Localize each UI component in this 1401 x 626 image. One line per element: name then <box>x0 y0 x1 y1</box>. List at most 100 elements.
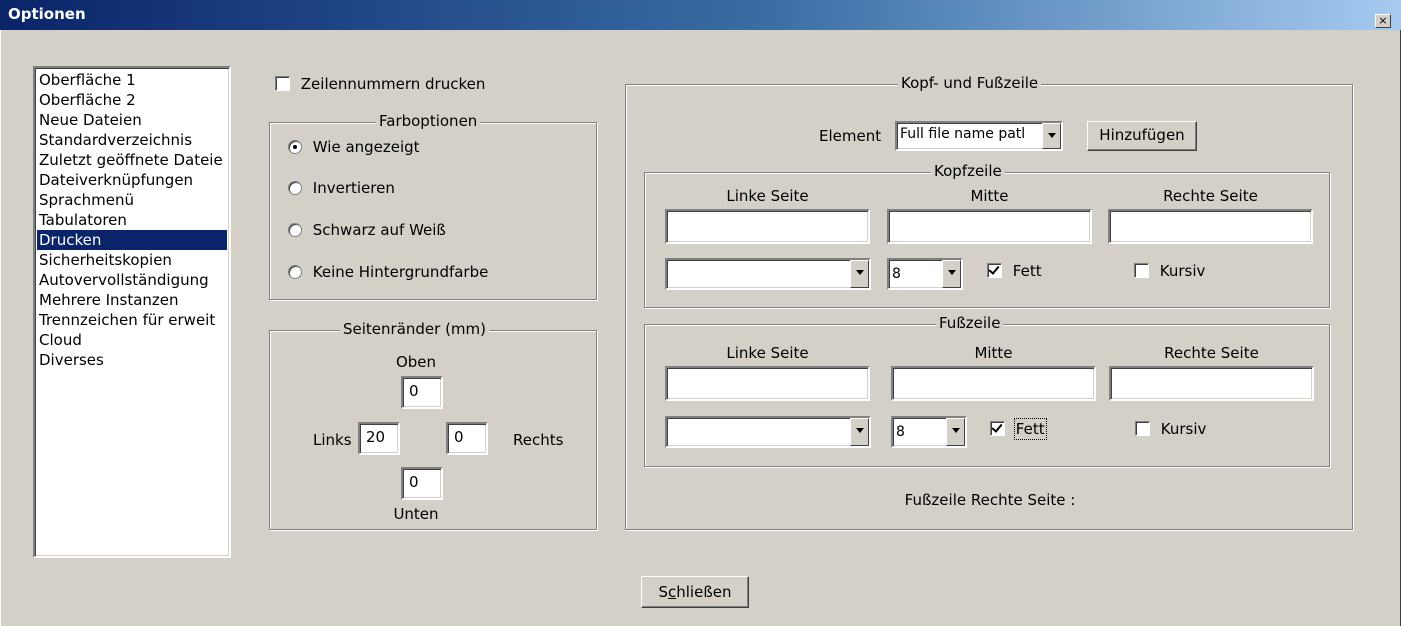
line-numbers-label: Zeilennummern drucken <box>300 74 486 93</box>
chevron-down-icon[interactable] <box>946 418 965 446</box>
category-item[interactable]: Neue Dateien <box>37 110 227 130</box>
color-option-black-on-white[interactable]: Schwarz auf Weiß <box>288 220 446 239</box>
footer-font-combobox[interactable] <box>665 416 871 448</box>
margin-left-label: Links <box>313 431 352 449</box>
footer-right-label: Rechte Seite <box>1164 344 1259 362</box>
category-item[interactable]: Tabulatoren <box>37 210 227 230</box>
window-title: Optionen <box>8 5 86 23</box>
header-right-label: Rechte Seite <box>1163 187 1258 205</box>
category-item[interactable]: Dateiverknüpfungen <box>37 170 227 190</box>
margin-bottom-input[interactable]: 0 <box>401 467 443 500</box>
category-item[interactable]: Sicherheitskopien <box>37 250 227 270</box>
color-option-invert[interactable]: Invertieren <box>288 178 395 197</box>
footer-italic-checkbox[interactable] <box>1135 421 1150 436</box>
header-left-label: Linke Seite <box>726 187 809 205</box>
category-item[interactable]: Mehrere Instanzen <box>37 290 227 310</box>
margin-left-value: 20 <box>366 428 386 446</box>
margins-group: Seitenränder (mm) Oben 0 Links 20 0 Rech… <box>269 320 597 530</box>
header-italic-label: Kursiv <box>1159 261 1206 280</box>
element-label: Element <box>819 127 882 145</box>
chevron-down-icon[interactable] <box>1042 123 1061 149</box>
add-element-button[interactable]: Hinzufügen <box>1087 121 1197 151</box>
status-text: Fußzeile Rechte Seite : <box>904 491 1076 509</box>
chevron-down-icon[interactable] <box>850 260 869 288</box>
footer-bold-checkbox[interactable] <box>990 421 1005 436</box>
header-italic-checkbox[interactable] <box>1134 263 1149 278</box>
footer-italic-label: Kursiv <box>1160 419 1207 438</box>
footer-center-label: Mitte <box>974 344 1013 362</box>
margin-bottom-value: 0 <box>409 473 419 491</box>
close-button-mnemonic: c <box>668 583 677 601</box>
header-right-input[interactable] <box>1108 209 1313 244</box>
category-item[interactable]: Sprachmenü <box>37 190 227 210</box>
category-item-selected[interactable]: Drucken <box>37 230 227 250</box>
header-center-input[interactable] <box>887 209 1092 244</box>
footer-left-label: Linke Seite <box>726 344 809 362</box>
footer-size-value: 8 <box>896 424 905 440</box>
color-option-as-displayed[interactable]: Wie angezeigt <box>288 137 420 156</box>
margin-top-value: 0 <box>409 382 419 400</box>
footer-italic-option[interactable]: Kursiv <box>1135 419 1206 438</box>
header-center-label: Mitte <box>970 187 1009 205</box>
line-numbers-option[interactable]: Zeilennummern drucken <box>275 74 485 93</box>
radio-label: Schwarz auf Weiß <box>312 220 446 239</box>
footer-title: Fußzeile <box>936 314 1004 332</box>
footer-group: Fußzeile Linke Seite Mitte Rechte Seite … <box>644 314 1330 467</box>
header-footer-group: Kopf- und Fußzeile Element Full file nam… <box>625 74 1353 530</box>
window-frame-right <box>1397 30 1401 626</box>
color-option-no-background[interactable]: Keine Hintergrundfarbe <box>288 262 488 281</box>
title-bar: Optionen × <box>0 0 1401 30</box>
header-bold-checkbox[interactable] <box>987 263 1002 278</box>
margins-title: Seitenränder (mm) <box>340 320 490 338</box>
footer-center-input[interactable] <box>891 366 1096 401</box>
radio-label: Invertieren <box>312 178 395 197</box>
header-size-value: 8 <box>892 266 901 282</box>
margin-left-input[interactable]: 20 <box>358 422 400 455</box>
color-options-group: Farboptionen Wie angezeigt Invertieren S… <box>269 112 597 300</box>
category-item[interactable]: Trennzeichen für erweit <box>37 310 227 330</box>
radio-black-on-white[interactable] <box>288 222 302 237</box>
close-button-label-start: S <box>658 583 668 601</box>
footer-bold-option[interactable]: Fett <box>990 417 1047 440</box>
footer-bold-label: Fett <box>1013 417 1047 440</box>
header-italic-option[interactable]: Kursiv <box>1134 261 1205 280</box>
element-value: Full file name patl <box>900 126 1026 142</box>
window-frame-left <box>0 30 4 626</box>
category-item[interactable]: Cloud <box>37 330 227 350</box>
header-bold-label: Fett <box>1012 261 1042 280</box>
footer-right-input[interactable] <box>1109 366 1314 401</box>
chevron-down-icon[interactable] <box>942 260 961 288</box>
category-item[interactable]: Autovervollständigung <box>37 270 227 290</box>
category-item[interactable]: Oberfläche 1 <box>37 70 227 90</box>
header-font-combobox[interactable] <box>665 258 871 290</box>
margin-top-label: Oben <box>395 353 437 371</box>
margin-right-value: 0 <box>454 428 464 446</box>
header-group: Kopfzeile Linke Seite Mitte Rechte Seite… <box>644 162 1330 308</box>
header-bold-option[interactable]: Fett <box>987 261 1042 280</box>
category-item[interactable]: Diverses <box>37 350 227 370</box>
footer-left-input[interactable] <box>665 366 870 401</box>
margin-right-input[interactable]: 0 <box>446 422 488 455</box>
category-listbox[interactable]: Oberfläche 1 Oberfläche 2 Neue Dateien S… <box>33 66 231 558</box>
margin-right-label: Rechts <box>513 431 564 449</box>
close-window-button[interactable]: × <box>1375 14 1391 28</box>
line-numbers-checkbox[interactable] <box>275 76 290 91</box>
color-options-title: Farboptionen <box>376 112 481 130</box>
margin-top-input[interactable]: 0 <box>401 376 443 409</box>
margin-bottom-label: Unten <box>393 505 439 523</box>
chevron-down-icon[interactable] <box>850 418 869 446</box>
close-button[interactable]: Schließen <box>641 576 749 608</box>
header-size-combobox[interactable]: 8 <box>887 258 963 290</box>
header-title: Kopfzeile <box>931 162 1005 180</box>
radio-as-displayed[interactable] <box>288 139 302 154</box>
radio-no-background[interactable] <box>288 264 302 279</box>
header-left-input[interactable] <box>665 209 870 244</box>
radio-label: Wie angezeigt <box>312 137 420 156</box>
radio-invert[interactable] <box>288 180 302 195</box>
category-item[interactable]: Zuletzt geöffnete Dateie <box>37 150 227 170</box>
element-combobox[interactable]: Full file name patl <box>895 121 1063 151</box>
footer-size-combobox[interactable]: 8 <box>891 416 967 448</box>
category-item[interactable]: Oberfläche 2 <box>37 90 227 110</box>
radio-label: Keine Hintergrundfarbe <box>312 262 489 281</box>
category-item[interactable]: Standardverzeichnis <box>37 130 227 150</box>
